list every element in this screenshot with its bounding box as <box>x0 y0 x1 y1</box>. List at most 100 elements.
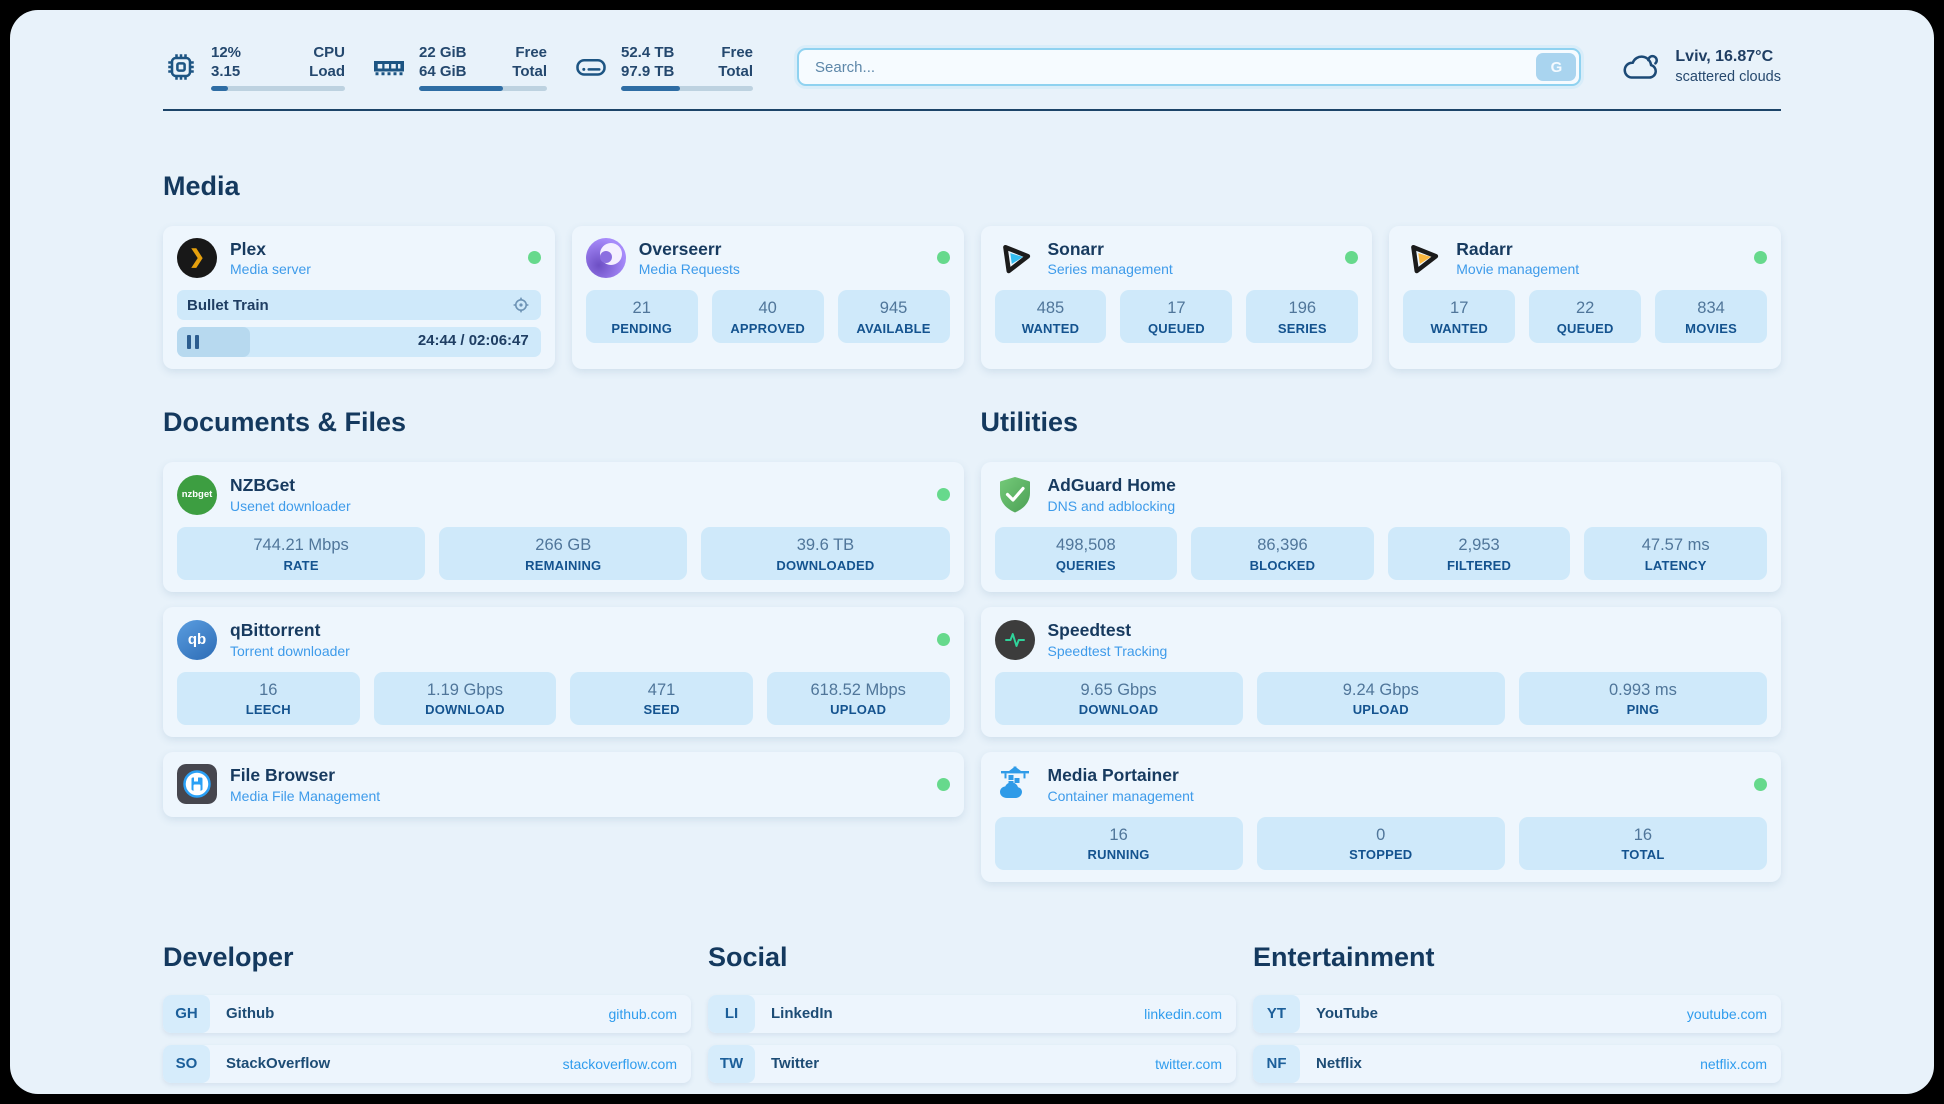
stat-wanted: 485 WANTED <box>995 290 1107 343</box>
system-stats: 12% 3.15 CPU Load <box>163 44 753 91</box>
dashboard-page: 12% 3.15 CPU Load <box>10 10 1934 1094</box>
ram-total-value: 64 GiB <box>419 63 467 82</box>
stat-blocked: 86,396 BLOCKED <box>1191 527 1374 580</box>
stat-total: 16 TOTAL <box>1519 817 1767 870</box>
section-documents: Documents & Files nzbget NZBGet Usenet d… <box>163 407 964 881</box>
app-subtitle: Media Requests <box>639 260 740 278</box>
stat-upload: 9.24 Gbps UPLOAD <box>1257 672 1505 725</box>
stat-filtered: 2,953 FILTERED <box>1388 527 1571 580</box>
ram-progress-bar <box>419 86 547 91</box>
app-card-portainer[interactable]: Media Portainer Container management 16 … <box>981 752 1782 882</box>
stat-ping: 0.993 ms PING <box>1519 672 1767 725</box>
app-subtitle: Media File Management <box>230 787 380 805</box>
app-card-sonarr[interactable]: Sonarr Series management 485 WANTED 17 Q… <box>981 226 1373 370</box>
cpu-usage-value: 12% <box>211 44 241 63</box>
stat-stopped: 0 STOPPED <box>1257 817 1505 870</box>
disk-total-label: Total <box>718 63 753 82</box>
cpu-stat: 12% 3.15 CPU Load <box>163 44 345 91</box>
search-bar: G <box>797 48 1581 86</box>
disk-stat: 52.4 TB 97.9 TB Free Total <box>573 44 753 91</box>
app-card-qbittorrent[interactable]: qb qBittorrent Torrent downloader 16 LEE… <box>163 607 964 737</box>
search-engine-button[interactable]: G <box>1536 53 1576 81</box>
cpu-progress-bar <box>211 86 345 91</box>
filebrowser-icon <box>177 764 217 804</box>
status-dot <box>528 251 541 264</box>
stat-queued: 22 QUEUED <box>1529 290 1641 343</box>
qbittorrent-icon: qb <box>177 620 217 660</box>
stat-latency: 47.57 ms LATENCY <box>1584 527 1767 580</box>
app-name: NZBGet <box>230 474 351 497</box>
link-row-github[interactable]: GH Github github.com <box>163 995 691 1033</box>
link-tag: NF <box>1253 1045 1300 1083</box>
adguard-icon <box>995 475 1035 515</box>
weather-widget: Lviv, 16.87°C scattered clouds <box>1621 47 1781 87</box>
app-card-adguard[interactable]: AdGuard Home DNS and adblocking 498,508 … <box>981 462 1782 592</box>
ram-free-value: 22 GiB <box>419 44 467 63</box>
link-name: YouTube <box>1316 1005 1378 1022</box>
section-title-entertainment: Entertainment <box>1253 942 1781 973</box>
link-row-stackoverflow[interactable]: SO StackOverflow stackoverflow.com <box>163 1045 691 1083</box>
link-row-youtube[interactable]: YT YouTube youtube.com <box>1253 995 1781 1033</box>
link-url[interactable]: twitter.com <box>1155 1056 1222 1072</box>
link-name: Github <box>226 1005 274 1022</box>
stat-remaining: 266 GB REMAINING <box>439 527 687 580</box>
playback-time: 24:44 / 02:06:47 <box>418 332 529 349</box>
section-utilities: Utilities AdGuard Home DNS and adb <box>981 407 1782 881</box>
link-tag: SO <box>163 1045 210 1083</box>
settings-icon[interactable] <box>511 295 531 315</box>
app-name: qBittorrent <box>230 619 350 642</box>
link-url[interactable]: github.com <box>609 1006 677 1022</box>
weather-condition: scattered clouds <box>1675 68 1781 87</box>
search-input[interactable] <box>797 48 1581 86</box>
app-subtitle: Torrent downloader <box>230 642 350 660</box>
status-dot <box>937 633 950 646</box>
app-card-plex[interactable]: ❯ Plex Media server Bullet Train 24:44 /… <box>163 226 555 370</box>
link-url[interactable]: linkedin.com <box>1144 1006 1222 1022</box>
section-title-developer: Developer <box>163 942 691 973</box>
disk-progress-bar <box>621 86 753 91</box>
app-card-radarr[interactable]: Radarr Movie management 17 WANTED 22 QUE… <box>1389 226 1781 370</box>
cloud-icon <box>1621 50 1663 84</box>
media-cards-row: ❯ Plex Media server Bullet Train 24:44 /… <box>163 226 1781 370</box>
status-dot <box>937 488 950 501</box>
playback-progress-bar: 24:44 / 02:06:47 <box>177 327 541 357</box>
stat-upload: 618.52 Mbps UPLOAD <box>767 672 950 725</box>
app-name: Media Portainer <box>1048 764 1194 787</box>
header-divider <box>163 109 1781 111</box>
cpu-load-value: 3.15 <box>211 63 241 82</box>
link-url[interactable]: netflix.com <box>1700 1056 1767 1072</box>
link-url[interactable]: youtube.com <box>1687 1006 1767 1022</box>
section-developer: Developer GH Github github.com SO StackO… <box>163 942 691 1094</box>
app-card-speedtest[interactable]: Speedtest Speedtest Tracking 9.65 Gbps D… <box>981 607 1782 737</box>
pause-button[interactable] <box>187 335 201 349</box>
app-card-nzbget[interactable]: nzbget NZBGet Usenet downloader 744.21 M… <box>163 462 964 592</box>
portainer-icon <box>995 764 1035 804</box>
status-dot <box>1754 251 1767 264</box>
app-subtitle: Container management <box>1048 787 1194 805</box>
stat-series: 196 SERIES <box>1246 290 1358 343</box>
ram-icon <box>371 49 407 85</box>
link-name: LinkedIn <box>771 1005 833 1022</box>
nzbget-icon: nzbget <box>177 475 217 515</box>
stat-seed: 471 SEED <box>570 672 753 725</box>
ram-free-label: Free <box>512 44 547 63</box>
status-dot <box>937 251 950 264</box>
link-tag: LI <box>708 995 755 1033</box>
app-card-overseerr[interactable]: Overseerr Media Requests 21 PENDING 40 A… <box>572 226 964 370</box>
link-row-linkedin[interactable]: LI LinkedIn linkedin.com <box>708 995 1236 1033</box>
link-row-netflix[interactable]: NF Netflix netflix.com <box>1253 1045 1781 1083</box>
app-card-filebrowser[interactable]: File Browser Media File Management <box>163 752 964 817</box>
stat-rate: 744.21 Mbps RATE <box>177 527 425 580</box>
link-url[interactable]: stackoverflow.com <box>563 1056 677 1072</box>
link-row-twitter[interactable]: TW Twitter twitter.com <box>708 1045 1236 1083</box>
stat-download: 9.65 Gbps DOWNLOAD <box>995 672 1243 725</box>
ram-stat: 22 GiB 64 GiB Free Total <box>371 44 547 91</box>
now-playing-row: Bullet Train <box>177 290 541 320</box>
stat-available: 945 AVAILABLE <box>838 290 950 343</box>
overseerr-icon <box>586 238 626 278</box>
app-subtitle: Usenet downloader <box>230 497 351 515</box>
status-dot <box>937 778 950 791</box>
plex-icon: ❯ <box>177 238 217 278</box>
disk-progress-fill <box>621 86 680 91</box>
status-dot <box>1345 251 1358 264</box>
